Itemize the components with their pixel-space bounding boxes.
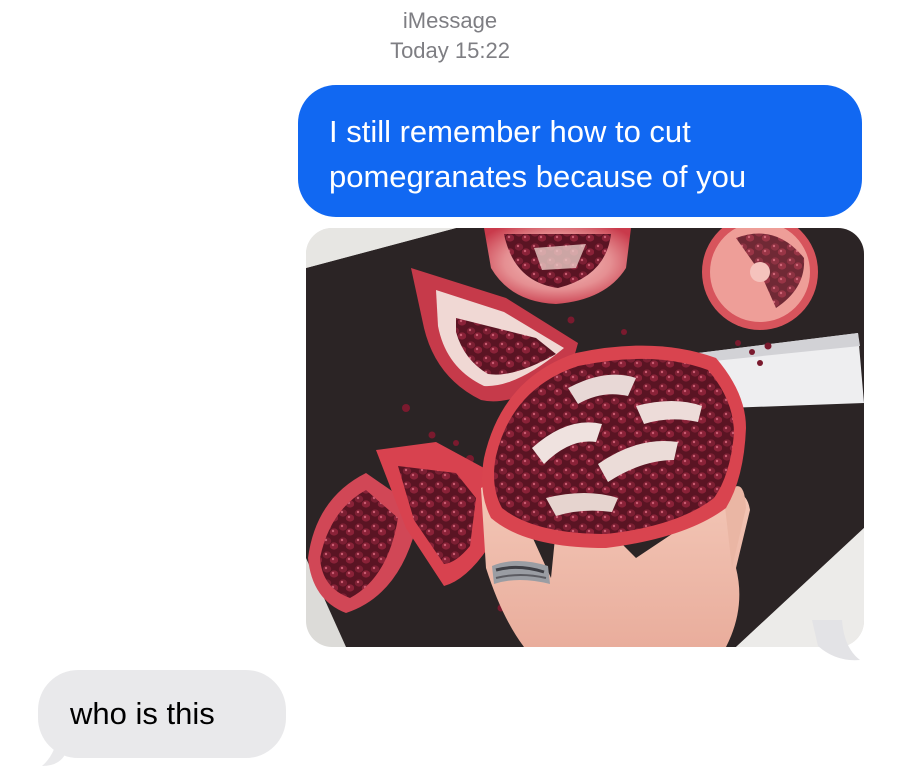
service-label: iMessage (402, 8, 498, 33)
outgoing-message-text: I still remember how to cut pomegranates… (329, 114, 747, 194)
incoming-message-bubble[interactable]: who is this (38, 670, 286, 758)
message-timestamp: Today 15:22 (390, 38, 510, 63)
incoming-message-text: who is this (70, 696, 215, 731)
incoming-bubble-tail (42, 732, 68, 766)
outgoing-message-bubble[interactable]: I still remember how to cut pomegranates… (298, 85, 862, 217)
photo-attachment[interactable] (306, 228, 864, 647)
conversation-header: iMessage Today 15:22 (0, 6, 900, 66)
outgoing-bubble-tail (812, 620, 860, 661)
pomegranate-photo (306, 228, 864, 647)
